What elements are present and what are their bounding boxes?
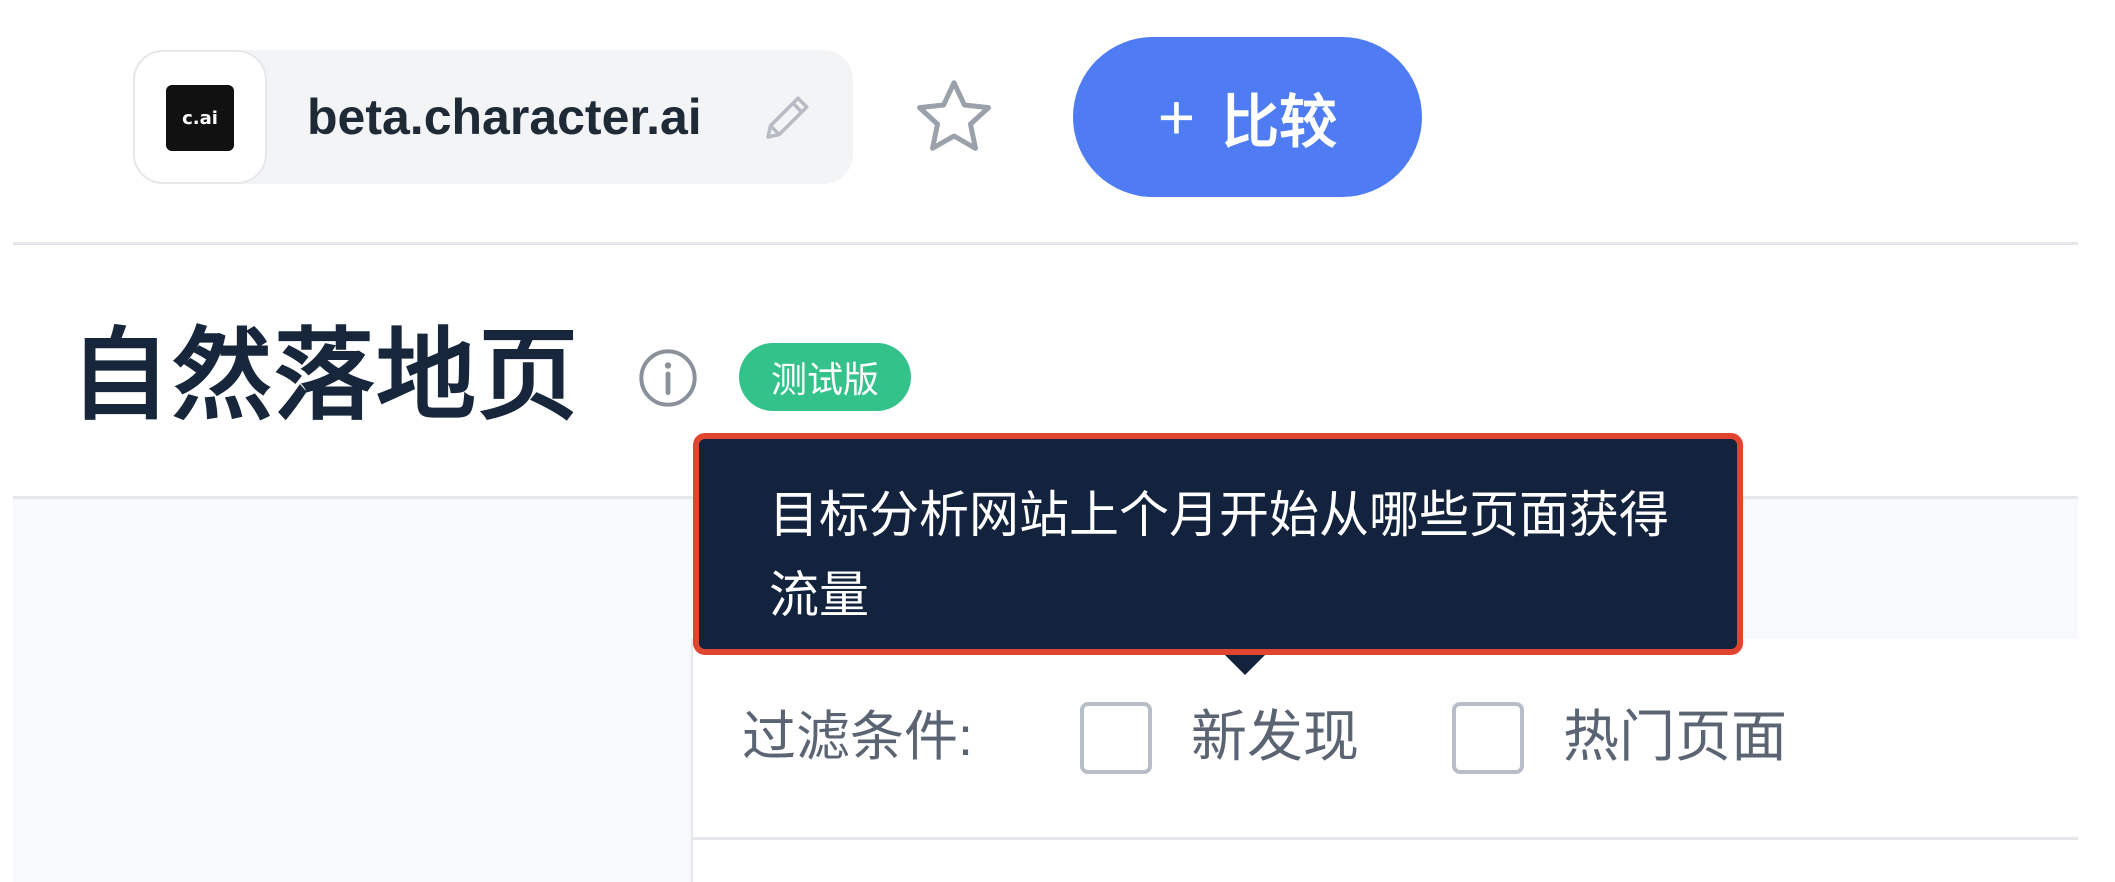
plus-icon: + — [1157, 81, 1196, 153]
tooltip-text: 目标分析网站上个月开始从哪些页面获得流量 — [769, 487, 1669, 623]
star-outline-icon[interactable] — [908, 72, 1000, 164]
favicon-box: c.ai — [133, 50, 267, 184]
info-tooltip: 目标分析网站上个月开始从哪些页面获得流量 — [693, 433, 1743, 655]
site-domain: beta.character.ai — [307, 89, 702, 145]
pencil-icon[interactable] — [758, 87, 818, 147]
top-divider — [13, 242, 2078, 245]
new-found-label[interactable]: 新发现 — [1191, 705, 1359, 769]
popular-pages-label[interactable]: 热门页面 — [1563, 705, 1787, 769]
new-found-checkbox[interactable] — [1080, 702, 1152, 774]
filter-label: 过滤条件: — [742, 707, 974, 767]
info-circle-icon[interactable] — [636, 346, 700, 410]
popular-pages-checkbox[interactable] — [1452, 702, 1524, 774]
card-divider — [691, 837, 2078, 840]
tooltip-arrow — [1225, 655, 1265, 675]
site-favicon: c.ai — [166, 85, 234, 151]
compare-button[interactable]: + 比较 — [1073, 37, 1422, 197]
beta-badge: 测试版 — [739, 343, 911, 411]
section-title: 自然落地页 — [70, 320, 580, 432]
left-panel — [13, 499, 691, 882]
compare-button-label: 比较 — [1221, 90, 1338, 155]
